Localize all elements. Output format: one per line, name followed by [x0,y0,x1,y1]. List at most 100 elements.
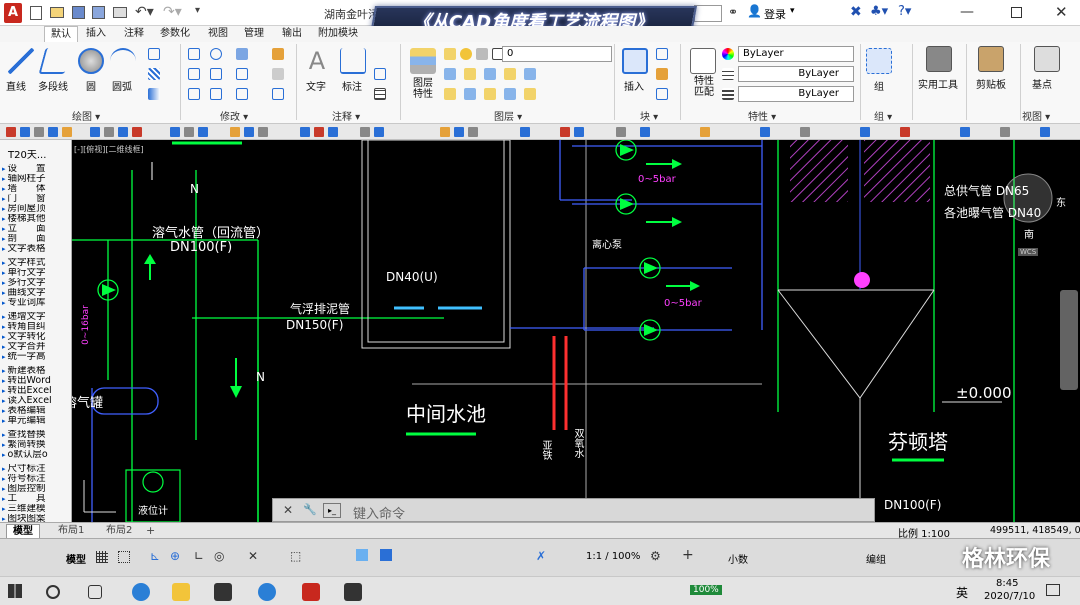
layer-tool-8-icon[interactable] [484,88,496,100]
new-file-icon[interactable] [30,6,42,20]
panel-menu-item[interactable]: ▸ 文字合并 [2,342,72,352]
toolstrip-icon-17[interactable] [314,127,324,137]
circle-button-label[interactable]: 圆 [86,78,96,93]
search-icon[interactable] [46,585,60,599]
text-button-label[interactable]: 文字 [306,78,326,93]
panel-menu-item[interactable]: ▸ 房间屋顶 [2,204,72,214]
tab-annotate[interactable]: 注释 [124,26,144,42]
gear-icon[interactable]: ⚙ [650,549,661,563]
toolstrip-icon-31[interactable] [800,127,810,137]
print-icon[interactable] [113,7,127,18]
file-explorer-icon[interactable] [172,583,190,601]
viewport-label[interactable]: [-][俯视][二维线框] [74,144,144,155]
camera-icon[interactable] [344,583,362,601]
save-icon[interactable] [72,6,85,19]
utilities-label[interactable]: 实用工具 [918,76,958,91]
toolstrip-icon-8[interactable] [118,127,128,137]
lineweight-toggle-icon[interactable]: ⬚ [290,549,301,563]
panel-menu-item[interactable]: ▸ 单元编辑 [2,416,72,426]
group-group-label[interactable]: 组 ▾ [874,108,892,123]
layer-lock-icon[interactable] [476,48,488,60]
toolstrip-icon-19[interactable] [360,127,370,137]
save-as-icon[interactable] [92,6,105,19]
toolstrip-icon-30[interactable] [760,127,770,137]
notification-icon[interactable] [1046,584,1060,596]
leader-icon[interactable] [374,68,386,80]
toolstrip-icon-36[interactable] [1040,127,1050,137]
match-properties-icon[interactable] [690,48,716,74]
toolstrip-icon-1[interactable] [6,127,16,137]
panel-menu-item[interactable]: ▸ 专业词库 [2,298,72,308]
toolstrip-icon-9[interactable] [132,127,142,137]
panel-menu-item[interactable]: ▸ 符号标注 [2,474,72,484]
selection-cycling-icon[interactable] [380,549,392,561]
trim-icon[interactable] [236,48,248,60]
panel-menu-item[interactable]: ▸ 读入Excel [2,396,72,406]
transparency-icon[interactable] [356,549,368,561]
table-icon[interactable] [374,88,386,100]
cmd-prompt-icon[interactable]: ▸_ [323,503,341,518]
arc-icon[interactable] [110,48,136,74]
clipboard-icon[interactable] [978,46,1004,72]
toolstrip-icon-29[interactable] [700,127,710,137]
add-layout-icon[interactable]: + [146,524,155,537]
gradient-icon[interactable] [148,88,160,100]
units-dropdown[interactable]: 小数 [728,551,748,566]
panel-menu-item[interactable]: ▸ 墙 体 [2,184,72,194]
layer-tool-7-icon[interactable] [464,88,476,100]
toolstrip-icon-12[interactable] [198,127,208,137]
toolstrip-icon-25[interactable] [560,127,570,137]
tab-layout2[interactable]: 布局2 [100,524,138,538]
toolstrip-icon-10[interactable] [170,127,180,137]
toolstrip-icon-2[interactable] [20,127,30,137]
panel-menu-item[interactable]: ▸ 递增文字 [2,312,72,322]
layer-dropdown[interactable]: 0 [502,46,612,62]
compass-south[interactable]: 南 [1024,226,1034,241]
panel-menu-item[interactable]: ▸ 曲线文字 [2,288,72,298]
circle-icon[interactable] [78,48,104,74]
panel-menu-item[interactable]: ▸ 查找替换 [2,430,72,440]
layer-properties-icon[interactable] [410,48,436,74]
layer-tool-9-icon[interactable] [504,88,516,100]
move-icon[interactable] [188,48,200,60]
panel-menu-item[interactable]: ▸ 轴网柱子 [2,174,72,184]
group-button-label[interactable]: 组 [874,78,884,93]
clipboard-label[interactable]: 剪贴板 [976,76,1006,91]
autocad-logo-icon[interactable]: A [4,3,22,23]
panel-menu-item[interactable]: ▸ 图层控制 [2,484,72,494]
toolstrip-icon-4[interactable] [48,127,58,137]
ortho-icon[interactable]: ⊾ [150,549,160,563]
layer-sun-icon[interactable] [460,48,472,60]
minimize-button[interactable]: — [960,4,974,20]
tab-view[interactable]: 视图 [208,26,228,42]
calculator-icon[interactable] [926,46,952,72]
clock-time[interactable]: 8:45 [996,578,1018,589]
erase-icon[interactable] [272,48,284,60]
open-file-icon[interactable] [50,7,64,18]
array-icon[interactable] [236,88,248,100]
linetype-dropdown[interactable]: ByLayer [738,66,854,82]
panel-menu-item[interactable]: ▸ 立 面 [2,224,72,234]
layers-group-label[interactable]: 图层 ▾ [494,108,522,123]
tab-model[interactable]: 模型 [6,524,40,538]
maximize-button[interactable] [1011,7,1022,18]
panel-menu-item[interactable]: ▸ 转角自纠 [2,322,72,332]
toolstrip-icon-14[interactable] [244,127,254,137]
otrack-icon[interactable]: ◎ [214,549,224,563]
color-wheel-icon[interactable] [722,48,734,60]
line-button-label[interactable]: 直线 [6,78,26,93]
layer-tool-1-icon[interactable] [444,68,456,80]
annoscale-readout[interactable]: 1:1 / 100% [586,551,640,562]
layer-tool-3-icon[interactable] [484,68,496,80]
panel-menu-item[interactable]: ▸ 工 具 [2,494,72,504]
task-view-icon[interactable] [88,585,102,599]
binoculars-icon[interactable]: ⚭ [728,5,738,19]
toolstrip-icon-11[interactable] [184,127,194,137]
weave-label[interactable]: 编组 [866,551,886,566]
annotation-icon[interactable]: ✗ [536,549,546,563]
tab-addins[interactable]: 附加模块 [318,26,358,42]
insert-button-label[interactable]: 插入 [624,78,644,93]
toolstrip-icon-33[interactable] [900,127,910,137]
panel-menu-item[interactable]: ▸ 表格编辑 [2,406,72,416]
windows-start-icon[interactable] [8,584,22,598]
